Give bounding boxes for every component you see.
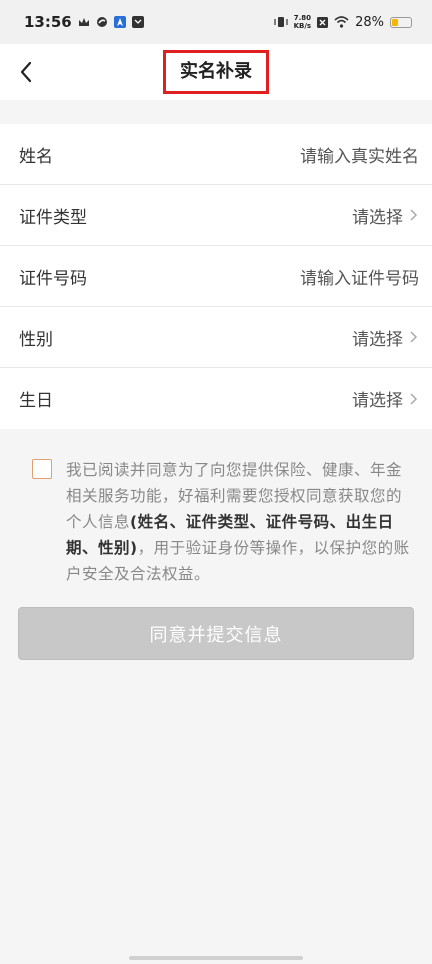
birthday-row[interactable]: 生日 请选择 — [0, 368, 432, 429]
name-row[interactable]: 姓名 请输入真实姓名 — [0, 124, 432, 185]
birthday-select[interactable]: 请选择 — [352, 386, 419, 411]
name-label: 姓名 — [19, 146, 53, 167]
app-notification-icon — [96, 17, 107, 27]
chevron-right-icon — [410, 209, 418, 221]
section-gap — [0, 100, 432, 124]
realname-form: 姓名 请输入真实姓名 证件类型 请选择 证件号码 请输入证件号码 性别 请选择 … — [0, 124, 432, 429]
no-sim-icon — [317, 16, 329, 28]
crown-icon — [78, 18, 89, 26]
submit-button[interactable]: 同意并提交信息 — [18, 607, 414, 660]
net-speed-unit: KB/s — [293, 22, 312, 30]
back-arrow-icon[interactable] — [14, 58, 42, 86]
status-time: 13:56 — [24, 13, 72, 31]
net-speed: 7.80 KB/s — [294, 14, 311, 30]
id-type-row[interactable]: 证件类型 请选择 — [0, 185, 432, 246]
gender-value: 请选择 — [352, 329, 403, 350]
chevron-right-icon — [410, 331, 418, 343]
status-bar: 13:56 7.80 KB/s 28% — [0, 0, 432, 44]
id-number-input[interactable]: 请输入证件号码 — [300, 264, 419, 289]
gender-row[interactable]: 性别 请选择 — [0, 307, 432, 368]
status-right: 7.80 KB/s 28% — [274, 14, 412, 30]
id-number-row[interactable]: 证件号码 请输入证件号码 — [0, 246, 432, 307]
agree-checkbox[interactable] — [32, 459, 52, 479]
nav-bar: 实名补录 — [0, 44, 432, 100]
id-number-label: 证件号码 — [19, 268, 87, 289]
net-speed-value: 7.80 — [293, 14, 311, 22]
wifi-icon — [334, 16, 349, 28]
navigation-app-icon — [113, 16, 126, 28]
id-type-select[interactable]: 请选择 — [352, 203, 419, 228]
message-icon — [131, 16, 144, 28]
id-type-label: 证件类型 — [19, 207, 87, 228]
home-indicator[interactable] — [129, 956, 303, 960]
id-type-value: 请选择 — [352, 207, 403, 228]
agreement-text: 我已阅读并同意为了向您提供保险、健康、年金相关服务功能，好福利需要您授权同意获取… — [66, 457, 414, 587]
gender-label: 性别 — [19, 329, 53, 350]
birthday-value: 请选择 — [352, 391, 403, 411]
agreement-block: 我已阅读并同意为了向您提供保险、健康、年金相关服务功能，好福利需要您授权同意获取… — [0, 429, 432, 587]
battery-icon — [390, 16, 412, 28]
page-title: 实名补录 — [163, 50, 269, 94]
battery-percent: 28% — [355, 14, 384, 30]
birthday-label: 生日 — [19, 391, 53, 411]
vibrate-icon — [274, 17, 288, 27]
chevron-right-icon — [410, 392, 418, 405]
status-left: 13:56 — [24, 13, 144, 31]
gender-select[interactable]: 请选择 — [352, 325, 419, 350]
name-input[interactable]: 请输入真实姓名 — [300, 142, 419, 167]
